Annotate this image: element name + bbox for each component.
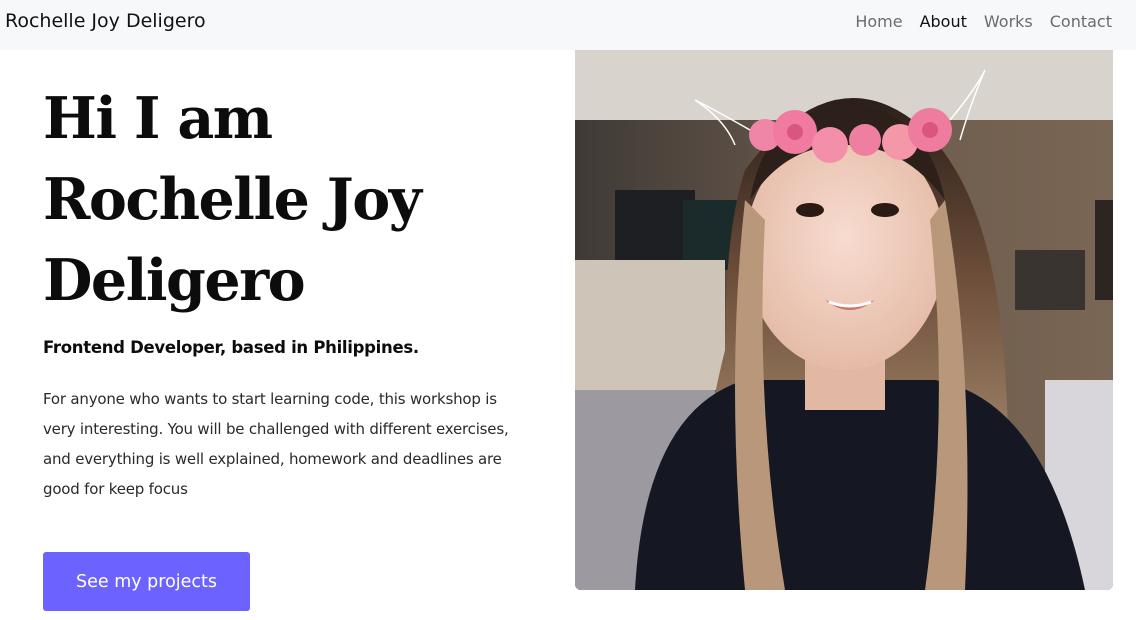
see-projects-button[interactable]: See my projects [43,552,250,611]
hero-title-line-2: Rochelle Joy [43,166,422,233]
nav-link-about[interactable]: About [920,12,967,31]
brand-link[interactable]: Rochelle Joy Deligero [5,10,206,32]
nav-links: Home About Works Contact [855,12,1112,31]
hero-title: Hi I am Rochelle Joy Deligero [43,78,513,321]
hero-title-line-1: Hi I am [43,85,273,152]
hero-subtitle: Frontend Developer, based in Philippines… [43,338,419,357]
hero-title-line-3: Deligero [43,247,306,314]
nav-link-contact[interactable]: Contact [1050,12,1112,31]
nav-link-works[interactable]: Works [984,12,1033,31]
hero-description: For anyone who wants to start learning c… [43,390,509,498]
navbar: Rochelle Joy Deligero Home About Works C… [0,0,1136,50]
nav-link-home[interactable]: Home [855,12,902,31]
profile-photo [575,50,1113,590]
